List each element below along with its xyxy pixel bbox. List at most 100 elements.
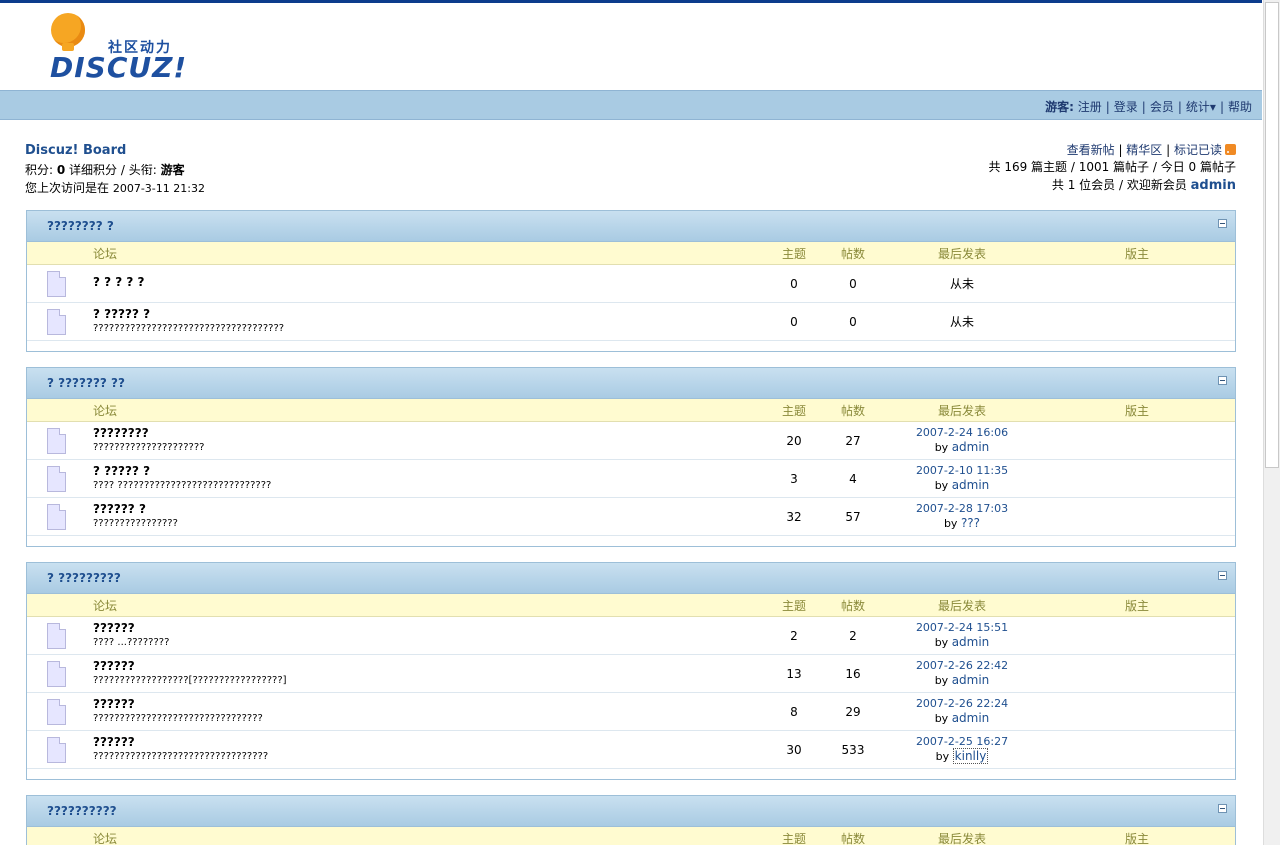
rss-icon[interactable] [1225,144,1236,155]
forum-name-link[interactable]: ?????? [93,659,135,673]
last-post-author-link[interactable]: admin [952,711,990,725]
category-title[interactable]: ?????????? [47,804,117,818]
collapse-icon[interactable] [1218,376,1227,385]
nav-bar: 游客: 注册 | 登录 | 会员 | 统计▾ | 帮助 [0,90,1262,120]
category-title[interactable]: ? ??????? ?? [47,376,125,390]
last-post-author-link[interactable]: admin [952,635,990,649]
forum-description: ??????????????????[?????????????????] [93,675,287,686]
topic-count: 0 [790,277,798,291]
col-topics: 主题 [782,247,807,261]
nav-register[interactable]: 注册 [1078,100,1102,114]
newest-member-link[interactable]: admin [1191,178,1236,193]
last-post-never: 从未 [949,315,974,329]
col-posts: 帖数 [841,599,866,613]
forum-status-icon [47,271,66,297]
category-title[interactable]: ? ????????? [47,571,121,585]
col-forum: 论坛 [93,832,118,845]
post-count: 4 [849,472,857,486]
forum-name-link[interactable]: ???????? [93,426,149,440]
col-posts: 帖数 [841,404,866,418]
credit-detail-link[interactable]: 详细积分 / 头衔: [65,163,160,177]
user-rank: 游客 [160,163,185,177]
collapse-icon[interactable] [1218,571,1227,580]
digest-link[interactable]: 精华区 [1126,143,1162,157]
category-title[interactable]: ???????? ? [47,219,114,233]
last-post-author-link[interactable]: kinlly [952,748,989,764]
forum-description: ???????????????????????????????? [93,713,263,724]
last-post-date-link[interactable]: 2007-2-28 17:03 [916,502,1008,515]
last-post-never: 从未 [949,277,974,291]
forum-name-link[interactable]: ?????? [93,621,135,635]
forum-name-link[interactable]: ? ? ? ? ? [93,275,145,289]
board-title[interactable]: Discuz! Board [25,143,126,158]
col-topics: 主题 [782,404,807,418]
last-post: 2007-2-28 17:03 by ??? [915,502,1009,530]
forum-category: ? ??????? ?? 论坛 主题 帖数 最后发表 版主????????????????… [26,367,1236,547]
forum-name-link[interactable]: ?????? ? [93,502,146,516]
forum-name-link[interactable]: ?????? [93,735,135,749]
forum-description: ????????????????????????????????? [93,751,269,762]
forum-row: ?????????????????????????????????????? 8 2… [27,693,1235,731]
forum-category: ?????????? 论坛 主题 帖数 最后发表 版主 [26,795,1236,845]
last-visit: 您上次访问是在 2007-3-11 21:32 [25,181,205,195]
logo-en-text: DISCUZ! [50,51,188,84]
last-post-date-link[interactable]: 2007-2-24 15:51 [916,621,1008,634]
top-links: 查看新帖 | 精华区 | 标记已读 [1067,141,1236,158]
forum-name-link[interactable]: ? ????? ? [93,464,150,478]
forum-category: ???????? ? 论坛 主题 帖数 最后发表 版主? ? ? ? ? 0 0 从未? ???… [26,210,1236,352]
col-lastpost: 最后发表 [938,599,987,613]
nav-links: 游客: 注册 | 登录 | 会员 | 统计▾ | 帮助 [1045,100,1252,114]
member-stats: 共 1 位会员 / 欢迎新会员 admin [1051,178,1236,193]
nav-members[interactable]: 会员 [1150,100,1174,114]
scrollbar-thumb[interactable] [1265,2,1279,468]
col-moderator: 版主 [1125,404,1150,418]
col-forum: 论坛 [93,599,118,613]
forum-description: ???????????????????????????????????? [93,323,285,334]
nav-login[interactable]: 登录 [1114,100,1138,114]
category-header: ? ??????? ?? [27,368,1235,399]
topic-count: 13 [786,667,802,681]
forum-name-link[interactable]: ?????? [93,697,135,711]
post-count: 533 [841,743,865,757]
last-post-author-link[interactable]: admin [952,478,990,492]
col-lastpost: 最后发表 [938,404,987,418]
vertical-scrollbar[interactable] [1263,0,1280,845]
page: 社区动力 DISCUZ! 游客: 注册 | 登录 | 会员 | 统计▾ | 帮助 Discuz!… [0,3,1262,845]
lightbulb-icon [51,13,85,51]
last-post-date-link[interactable]: 2007-2-24 16:06 [916,426,1008,439]
category-header: ? ????????? [27,563,1235,594]
forum-name-link[interactable]: ? ????? ? [93,307,150,321]
nav-stats-dropdown[interactable]: 统计▾ [1186,100,1216,114]
forum-category: ? ????????? 论坛 主题 帖数 最后发表 版主?????? ???? ...???… [26,562,1236,780]
guest-label: 游客: [1045,100,1074,114]
collapse-icon[interactable] [1218,219,1227,228]
forum-row: ??????????????????????????????????????? 3… [27,731,1235,769]
last-post: 2007-2-24 16:06 by admin [915,426,1009,454]
discuz-logo[interactable]: 社区动力 DISCUZ! [46,13,196,85]
col-topics: 主题 [782,599,807,613]
last-post-date-link[interactable]: 2007-2-26 22:42 [916,659,1008,672]
post-count: 0 [849,277,857,291]
last-post-author-link[interactable]: admin [952,673,990,687]
new-posts-link[interactable]: 查看新帖 [1067,143,1115,157]
last-post-author-link[interactable]: ??? [961,516,980,530]
forum-status-icon [47,428,66,454]
category-header: ???????? ? [27,211,1235,242]
forum-description: ???? ...???????? [93,637,170,648]
collapse-icon[interactable] [1218,804,1227,813]
post-count: 16 [845,667,861,681]
last-post-date-link[interactable]: 2007-2-10 11:35 [916,464,1008,477]
category-header: ?????????? [27,796,1235,827]
nav-help[interactable]: 帮助 [1228,100,1252,114]
forum-status-icon [47,623,66,649]
mark-read-link[interactable]: 标记已读 [1174,143,1222,157]
topic-count: 32 [786,510,802,524]
forum-status-icon [47,737,66,763]
last-post-date-link[interactable]: 2007-2-25 16:27 [916,735,1008,748]
forum-description: ????????????????????? [93,442,205,453]
topic-count: 20 [786,434,802,448]
topic-count: 3 [790,472,798,486]
last-post-date-link[interactable]: 2007-2-26 22:24 [916,697,1008,710]
last-post: 2007-2-26 22:42 by admin [915,659,1009,687]
last-post-author-link[interactable]: admin [952,440,990,454]
